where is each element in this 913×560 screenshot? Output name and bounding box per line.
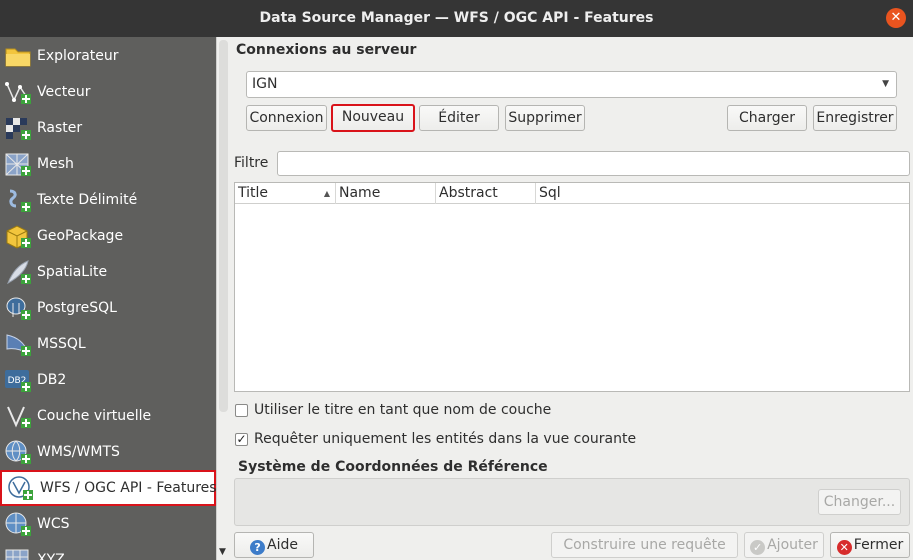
sidebar-item-mesh[interactable]: Mesh (0, 146, 216, 182)
spatialite-icon (7, 260, 31, 285)
sidebar-item-db2[interactable]: DB2 DB2 (0, 362, 216, 398)
sidebar-item-mssql[interactable]: MSSQL (0, 326, 216, 362)
sidebar-item-wms-wmts[interactable]: WMS/WMTS (0, 434, 216, 470)
add-button[interactable]: ✓ Ajouter (744, 532, 824, 558)
virtual-layer-icon (7, 406, 31, 428)
sidebar-item-xyz[interactable]: XYZ (0, 542, 216, 560)
connection-selected-value: IGN (252, 76, 278, 92)
scroll-down-icon[interactable]: ▼ (219, 547, 226, 557)
connection-select[interactable]: IGN ▼ (246, 71, 897, 98)
source-type-sidebar: Explorateur Vecteur Raster Mesh Texte Dé… (0, 37, 216, 560)
dropdown-arrow-icon: ▼ (882, 79, 889, 89)
close-button[interactable]: ✕ Fermer (830, 532, 910, 558)
checkbox-unchecked[interactable] (235, 404, 248, 417)
filter-input[interactable] (277, 151, 910, 176)
crs-group: Changer... (234, 478, 910, 526)
table-header: Title ▲ Name Abstract Sql (235, 183, 909, 204)
xyz-icon (5, 549, 29, 560)
wms-icon (5, 440, 31, 464)
close-circle-icon: ✕ (836, 540, 852, 555)
add-check-icon: ✓ (750, 540, 766, 555)
delete-connection-button[interactable]: Supprimer (505, 105, 585, 131)
sidebar-item-postgresql[interactable]: PostgreSQL (0, 290, 216, 326)
load-connections-button[interactable]: Charger (727, 105, 807, 131)
db2-icon: DB2 (5, 370, 31, 392)
sidebar-item-explorateur[interactable]: Explorateur (0, 38, 216, 74)
vector-icon (5, 82, 31, 104)
sidebar-item-geopackage[interactable]: GeoPackage (0, 218, 216, 254)
checkmark-icon[interactable]: ✓ (235, 433, 248, 446)
wcs-icon (5, 512, 31, 536)
crs-title: Système de Coordonnées de Référence (238, 459, 548, 475)
geopackage-icon (6, 225, 31, 249)
build-query-button[interactable]: Construire une requête (551, 532, 738, 558)
column-header-sql[interactable]: Sql (536, 183, 909, 204)
column-header-title[interactable]: Title ▲ (235, 183, 336, 204)
sidebar-item-wcs[interactable]: WCS (0, 506, 216, 542)
delimited-text-icon (9, 189, 31, 212)
sidebar-item-couche-virtuelle[interactable]: Couche virtuelle (0, 398, 216, 434)
column-header-abstract[interactable]: Abstract (436, 183, 536, 204)
mesh-icon (5, 153, 31, 176)
layers-table[interactable]: Title ▲ Name Abstract Sql (234, 182, 910, 392)
column-header-name[interactable]: Name (336, 183, 436, 204)
filter-label: Filtre (234, 155, 269, 171)
sidebar-item-vecteur[interactable]: Vecteur (0, 74, 216, 110)
edit-connection-button[interactable]: Éditer (419, 105, 499, 131)
close-icon: ✕ (890, 10, 902, 25)
raster-icon (6, 118, 31, 140)
scrollbar-thumb[interactable] (219, 40, 228, 412)
close-window-button[interactable]: ✕ (886, 8, 906, 28)
sidebar-item-raster[interactable]: Raster (0, 110, 216, 146)
window-title: Data Source Manager — WFS / OGC API - Fe… (259, 10, 654, 26)
new-connection-button[interactable]: Nouveau (331, 104, 415, 132)
sort-ascending-icon: ▲ (323, 189, 330, 198)
change-crs-button[interactable]: Changer... (818, 489, 901, 515)
window-titlebar: Data Source Manager — WFS / OGC API - Fe… (0, 0, 913, 37)
sidebar-item-texte-delimite[interactable]: Texte Délimité (0, 182, 216, 218)
mssql-icon (6, 334, 31, 356)
wfs-icon (8, 476, 33, 500)
save-connections-button[interactable]: Enregistrer (813, 105, 897, 131)
sidebar-scrollbar[interactable]: ▼ (216, 37, 230, 560)
help-icon: ? (250, 540, 266, 555)
connect-button[interactable]: Connexion (246, 105, 327, 131)
sidebar-item-spatialite[interactable]: SpatiaLite (0, 254, 216, 290)
postgresql-icon (6, 297, 31, 320)
folder-icon (5, 48, 31, 67)
help-button[interactable]: ? Aide (234, 532, 314, 558)
connections-title: Connexions au serveur (236, 42, 417, 58)
sidebar-item-wfs-ogc-api-features[interactable]: WFS / OGC API - Features (0, 470, 216, 506)
